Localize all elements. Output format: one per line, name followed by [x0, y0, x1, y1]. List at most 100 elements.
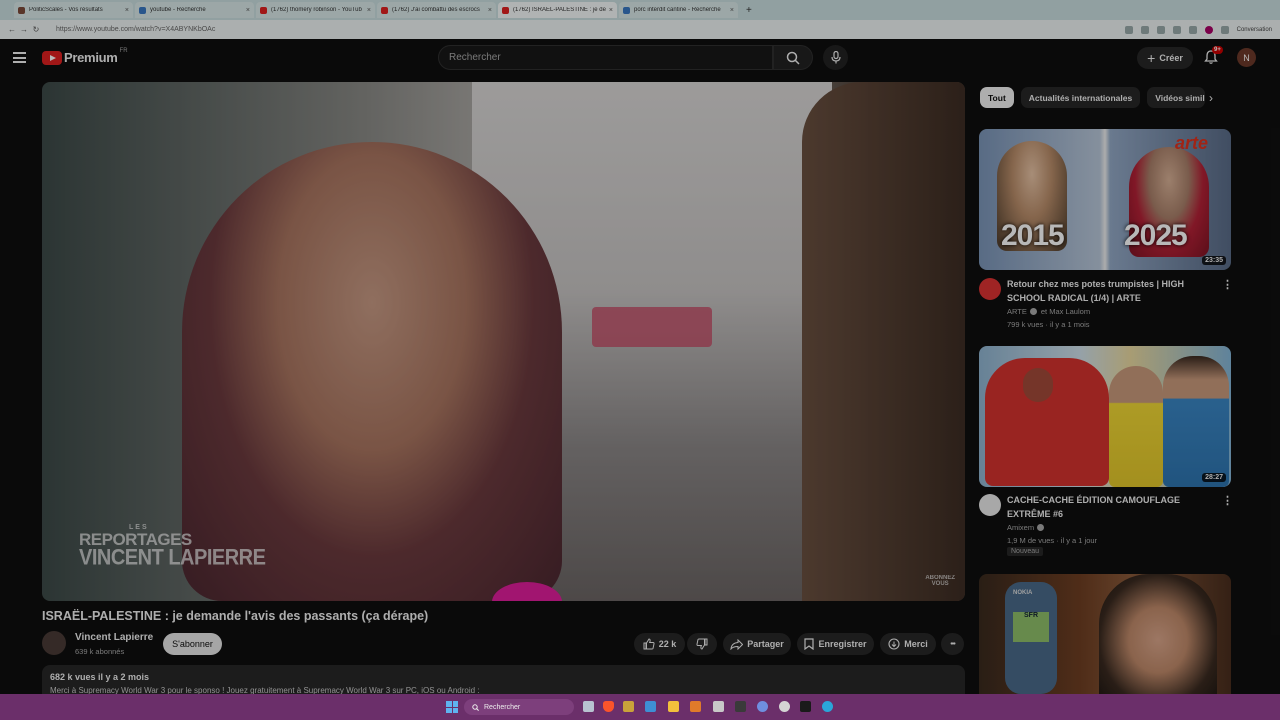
app-icon[interactable] [713, 701, 724, 712]
brave-browser-icon[interactable] [603, 701, 614, 712]
subscribe-watermark[interactable]: ABONNEZ VOUS [925, 575, 955, 587]
extension-icon[interactable] [1124, 25, 1133, 34]
tab-favicon-icon [502, 6, 509, 14]
chip-similar-videos[interactable]: Vidéos simil [1147, 87, 1206, 108]
create-label: Créer [1159, 53, 1183, 63]
extension-icon[interactable] [1220, 25, 1229, 34]
thumbs-down-icon [696, 638, 708, 650]
more-options-icon[interactable]: ⋮ [1222, 278, 1233, 291]
search-input[interactable]: Rechercher [438, 45, 773, 70]
tab-favicon-icon [260, 6, 267, 14]
reload-icon[interactable]: ↻ [30, 25, 42, 34]
search-button[interactable] [773, 45, 813, 70]
profile-icon[interactable] [1204, 25, 1213, 34]
browser-toolbar: ← → ↻ https://www.youtube.com/watch?v=X4… [0, 20, 1280, 39]
recommendation-meta: 799 k vues · il y a 1 mois [1007, 320, 1090, 329]
close-tab-icon[interactable]: × [246, 7, 250, 14]
recommendation-channel[interactable]: ARTE et Max Laulom [1007, 307, 1090, 316]
save-label: Enregistrer [818, 639, 867, 649]
recommendation-meta: 1,9 M de vues · il y a 1 jour [1007, 536, 1098, 545]
save-button[interactable]: Enregistrer [797, 633, 874, 655]
channel-avatar[interactable] [979, 494, 1001, 516]
subscribe-button[interactable]: S'abonner [163, 633, 222, 655]
menu-icon[interactable] [13, 52, 26, 63]
browser-tab[interactable]: porc interdit cantine - Recherche × [619, 2, 738, 18]
extension-icon[interactable] [1188, 25, 1197, 34]
app-icon[interactable] [623, 701, 634, 712]
back-icon[interactable]: ← [6, 25, 18, 34]
logo-region: FR [119, 47, 128, 54]
more-options-icon[interactable]: ⋮ [1222, 494, 1233, 507]
extension-icon[interactable] [1172, 25, 1181, 34]
task-view-icon[interactable] [583, 701, 594, 712]
edge-browser-icon[interactable] [822, 701, 833, 712]
create-button[interactable]: + Créer [1137, 47, 1193, 69]
recommendation-channel[interactable]: Amixem [1007, 523, 1045, 532]
file-explorer-icon[interactable] [668, 701, 679, 712]
app-icon[interactable] [690, 701, 701, 712]
close-tab-icon[interactable]: × [730, 7, 734, 14]
video-player[interactable]: LES REPORTAGES VINCENT LAPIERRE ABONNEZ … [42, 82, 965, 601]
chevron-right-icon[interactable]: › [1209, 91, 1213, 105]
browser-tab[interactable]: (1762) J'ai combattu des escrocs × [377, 2, 496, 18]
dislike-button[interactable] [687, 633, 717, 655]
app-icon[interactable] [757, 701, 768, 712]
close-tab-icon[interactable]: × [488, 7, 492, 14]
channel-avatar[interactable] [979, 278, 1001, 300]
more-actions-button[interactable]: ••• [941, 633, 964, 655]
windows-start-icon[interactable] [446, 701, 458, 713]
forward-icon[interactable]: → [18, 25, 30, 34]
microphone-icon [830, 51, 841, 64]
chip-all[interactable]: Tout [980, 87, 1014, 108]
close-tab-icon[interactable]: × [125, 7, 129, 14]
bookmark-icon [804, 638, 815, 650]
video-duration: 28:27 [1202, 473, 1226, 482]
channel-subscribers: 639 k abonnés [75, 647, 125, 656]
thumbnail-year-left: 2015 [1001, 219, 1065, 252]
address-bar[interactable]: https://www.youtube.com/watch?v=X4ABYNKb… [48, 23, 908, 36]
browser-tab[interactable]: (1762) thomery robinson - YouTub × [256, 2, 375, 18]
close-tab-icon[interactable]: × [367, 7, 371, 14]
verified-icon [1029, 308, 1037, 315]
filter-chips: Tout Actualités internationales Vidéos s… [980, 87, 1206, 108]
new-badge: Nouveau [1007, 547, 1044, 556]
extension-icon[interactable] [1156, 25, 1165, 34]
app-icon[interactable] [735, 701, 746, 712]
recommendation-title[interactable]: Retour chez mes potes trumpistes | HIGH … [1007, 277, 1217, 305]
account-avatar[interactable]: N [1237, 48, 1256, 67]
tab-favicon-icon [18, 6, 25, 14]
voice-search-button[interactable] [823, 45, 848, 70]
tab-title: youtube - Recherche [150, 7, 206, 13]
thanks-button[interactable]: Merci [880, 633, 936, 655]
recommendation-thumbnail[interactable]: arte 2015 2025 23:35 [979, 129, 1231, 270]
youtube-premium-logo[interactable]: Premium FR [42, 47, 128, 65]
recommendation-title[interactable]: CACHE-CACHE ÉDITION CAMOUFLAGE EXTRÊME #… [1007, 493, 1217, 521]
tab-favicon-icon [139, 6, 146, 14]
conversation-button[interactable]: Conversation [1237, 27, 1272, 33]
share-button[interactable]: Partager [723, 633, 791, 655]
chrome-icon[interactable] [779, 701, 790, 712]
channel-avatar[interactable] [42, 631, 66, 655]
extension-icon[interactable] [1140, 25, 1149, 34]
chip-international-news[interactable]: Actualités internationales [1020, 87, 1141, 108]
thumbs-up-icon [643, 638, 655, 650]
close-tab-icon[interactable]: × [609, 7, 613, 14]
taskbar-search[interactable]: Rechercher [464, 699, 574, 715]
video-duration: 23:35 [1202, 256, 1226, 265]
search-icon [786, 51, 800, 65]
browser-tab[interactable]: (1762) ISRAËL-PALESTINE : je dem × [498, 2, 617, 18]
browser-tab[interactable]: PoliticScales - Vos résultats × [14, 2, 133, 18]
verified-icon [1037, 524, 1045, 531]
app-icon[interactable] [645, 701, 656, 712]
app-icon[interactable] [800, 701, 811, 712]
browser-tab-bar: PoliticScales - Vos résultats × youtube - … [0, 0, 1280, 20]
windows-taskbar: Rechercher [0, 694, 1280, 720]
recommendation-thumbnail[interactable]: NOKIA SFR [979, 574, 1231, 694]
like-button[interactable]: 22 k [634, 633, 685, 655]
new-tab-icon[interactable]: + [746, 5, 752, 16]
thumbnail-person-yellow [1109, 366, 1163, 487]
browser-tab[interactable]: youtube - Recherche × [135, 2, 254, 18]
plus-icon: + [1147, 50, 1156, 66]
channel-name[interactable]: Vincent Lapierre [75, 632, 153, 643]
recommendation-thumbnail[interactable]: 28:27 [979, 346, 1231, 487]
